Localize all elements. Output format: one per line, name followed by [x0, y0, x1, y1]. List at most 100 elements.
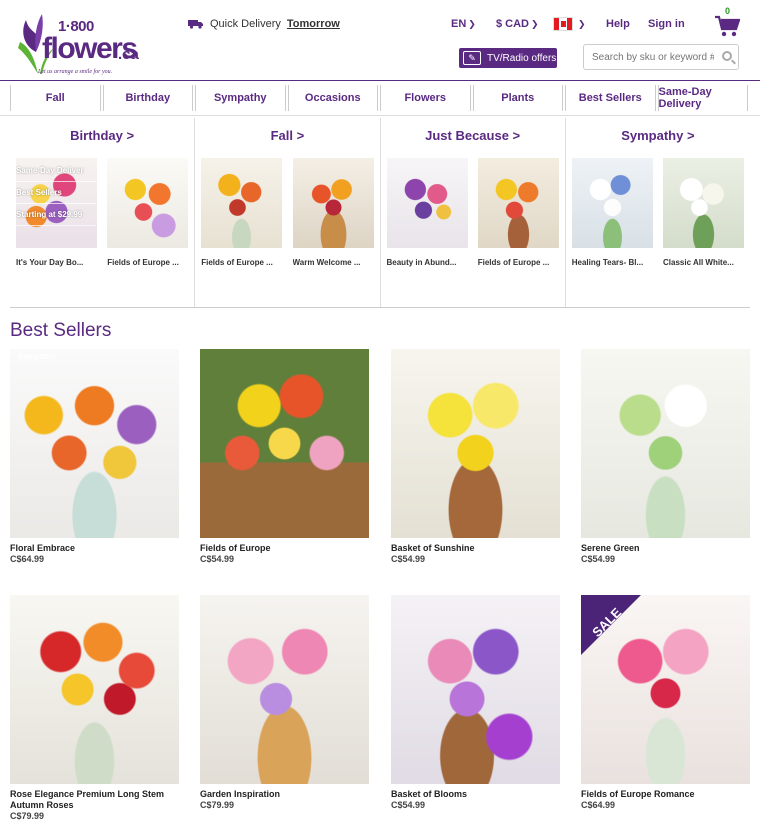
category-sympathy: Sympathy > Healing Tears- Bl... Classic … — [566, 118, 750, 307]
nav-item-occasions[interactable]: Occasions — [287, 85, 378, 111]
tv-radio-offers-button[interactable]: ✎ TV/Radio offers — [459, 48, 557, 68]
category-product[interactable]: Warm Welcome ... — [292, 158, 374, 267]
chevron-down-icon: ❯ — [531, 19, 539, 29]
delivery-label: Quick Delivery — [210, 18, 281, 30]
product-image[interactable] — [16, 158, 97, 248]
section-title-best-sellers: Best Sellers — [10, 320, 112, 341]
product-card[interactable]: Floral Embrace C$64.99 — [10, 349, 179, 565]
product-image[interactable] — [391, 349, 560, 538]
product-price: C$64.99 — [10, 554, 45, 564]
product-price: C$79.99 — [10, 811, 45, 821]
product-card[interactable]: Garden Inspiration C$79.99 — [200, 595, 369, 811]
product-caption[interactable]: Fields of Europe ... — [107, 258, 188, 267]
product-name[interactable]: Fields of Europe Romance — [581, 789, 750, 800]
nav-item-best-sellers[interactable]: Best Sellers — [565, 85, 656, 111]
nav-item-sympathy[interactable]: Sympathy — [195, 85, 286, 111]
logo-tagline: Let us arrange a smile for you. — [38, 69, 113, 75]
country-dropdown-chevron-icon[interactable]: ❯ — [576, 18, 586, 30]
product-card[interactable]: Basket of Blooms C$54.99 — [391, 595, 560, 811]
product-name[interactable]: Basket of Blooms — [391, 789, 560, 800]
product-image[interactable] — [477, 158, 559, 248]
tv-icon: ✎ — [463, 51, 481, 65]
logo-tld: .ca — [118, 46, 139, 63]
category-title[interactable]: Just Because > — [381, 128, 565, 158]
language-selector[interactable]: EN ❯ — [451, 18, 476, 30]
sale-badge: SALE — [581, 595, 641, 655]
product-caption[interactable]: Fields of Europe ... — [201, 258, 282, 267]
delivery-when-link[interactable]: Tomorrow — [287, 18, 340, 30]
product-image[interactable] — [200, 595, 369, 784]
product-image[interactable] — [663, 158, 744, 248]
language-value: EN — [451, 18, 467, 30]
product-image[interactable] — [391, 595, 560, 784]
category-just-because: Just Because > Beauty in Abund... Fields… — [381, 118, 566, 307]
product-caption[interactable]: It's Your Day Bo... — [16, 258, 97, 267]
product-price: C$54.99 — [200, 554, 235, 564]
product-image[interactable] — [386, 158, 468, 248]
product-name[interactable]: Basket of Sunshine — [391, 543, 560, 554]
nav-item-fall[interactable]: Fall — [10, 85, 101, 111]
product-image[interactable] — [10, 349, 179, 538]
product-card[interactable]: SALE Fields of Europe Romance C$64.99 — [581, 595, 750, 811]
category-title[interactable]: Fall > — [195, 128, 379, 158]
category-product[interactable]: Classic All White... — [663, 158, 744, 267]
product-name[interactable]: Floral Embrace — [10, 543, 179, 554]
product-card[interactable]: Fields of Europe C$54.99 — [200, 349, 369, 565]
product-caption[interactable]: Classic All White... — [663, 258, 744, 267]
product-price: C$54.99 — [391, 800, 426, 810]
product-price: C$64.99 — [581, 800, 616, 810]
product-image[interactable] — [200, 349, 369, 538]
category-fall: Fall > Fields of Europe ... Warm Welcome… — [195, 118, 381, 307]
category-title[interactable]: Sympathy > — [566, 128, 750, 158]
category-product[interactable]: It's Your Day Bo... — [16, 158, 97, 267]
category-title[interactable]: Birthday > — [10, 128, 194, 158]
product-caption[interactable]: Healing Tears- Bl... — [572, 258, 653, 267]
product-caption[interactable]: Beauty in Abund... — [387, 258, 468, 267]
product-image[interactable] — [107, 158, 189, 248]
nav-item-plants[interactable]: Plants — [472, 85, 563, 111]
search-box[interactable] — [583, 44, 739, 70]
category-product[interactable]: Fields of Europe ... — [201, 158, 283, 267]
product-image[interactable] — [292, 158, 374, 248]
product-price: C$54.99 — [391, 554, 426, 564]
product-name[interactable]: Garden Inspiration — [200, 789, 369, 800]
product-name[interactable]: Rose Elegance Premium Long Stem Autumn R… — [10, 789, 179, 811]
category-product[interactable]: Fields of Europe ... — [107, 158, 189, 267]
category-birthday: Birthday > It's Your Day Bo... Fields of… — [10, 118, 196, 307]
nav-item-flowers[interactable]: Flowers — [380, 85, 471, 111]
currency-selector[interactable]: $ CAD ❯ — [496, 18, 539, 30]
nav-item-same-day-delivery[interactable]: Same-Day Delivery — [657, 85, 748, 111]
main-nav: Fall Birthday Sympathy Occasions Flowers… — [0, 80, 760, 116]
nav-item-birthday[interactable]: Birthday — [102, 85, 193, 111]
brand-logo[interactable]: 1·800 flowers .ca Let us arrange a smile… — [14, 12, 144, 78]
product-price: C$54.99 — [581, 554, 616, 564]
category-showcase: Birthday > It's Your Day Bo... Fields of… — [10, 118, 750, 308]
search-icon[interactable] — [722, 51, 732, 61]
category-product[interactable]: Fields of Europe ... — [477, 158, 559, 267]
sign-in-link[interactable]: Sign in — [648, 18, 685, 30]
product-price: C$79.99 — [200, 800, 235, 810]
product-card[interactable]: Rose Elegance Premium Long Stem Autumn R… — [10, 595, 179, 822]
product-image[interactable]: SALE — [581, 595, 750, 784]
product-caption[interactable]: Fields of Europe ... — [478, 258, 559, 267]
cart-icon[interactable] — [714, 14, 740, 38]
product-name[interactable]: Serene Green — [581, 543, 750, 554]
product-image[interactable] — [571, 158, 653, 248]
category-product[interactable]: Healing Tears- Bl... — [571, 158, 653, 267]
currency-value: $ CAD — [496, 18, 530, 30]
product-image[interactable] — [201, 158, 283, 248]
tv-offers-label: TV/Radio offers — [487, 52, 557, 64]
product-image[interactable] — [581, 349, 750, 538]
product-image[interactable] — [10, 595, 179, 784]
search-input[interactable] — [584, 51, 714, 63]
quick-delivery[interactable]: Quick Delivery Tomorrow — [188, 18, 340, 30]
product-card[interactable]: Serene Green C$54.99 — [581, 349, 750, 565]
product-caption[interactable]: Warm Welcome ... — [293, 258, 374, 267]
sympathy-overlay-label[interactable]: Sympathy — [18, 352, 56, 361]
product-card[interactable]: Basket of Sunshine C$54.99 — [391, 349, 560, 565]
product-name[interactable]: Fields of Europe — [200, 543, 369, 554]
category-product[interactable]: Beauty in Abund... — [386, 158, 468, 267]
canada-flag-icon[interactable] — [553, 17, 573, 31]
help-link[interactable]: Help — [606, 18, 630, 30]
chevron-down-icon: ❯ — [468, 19, 476, 29]
